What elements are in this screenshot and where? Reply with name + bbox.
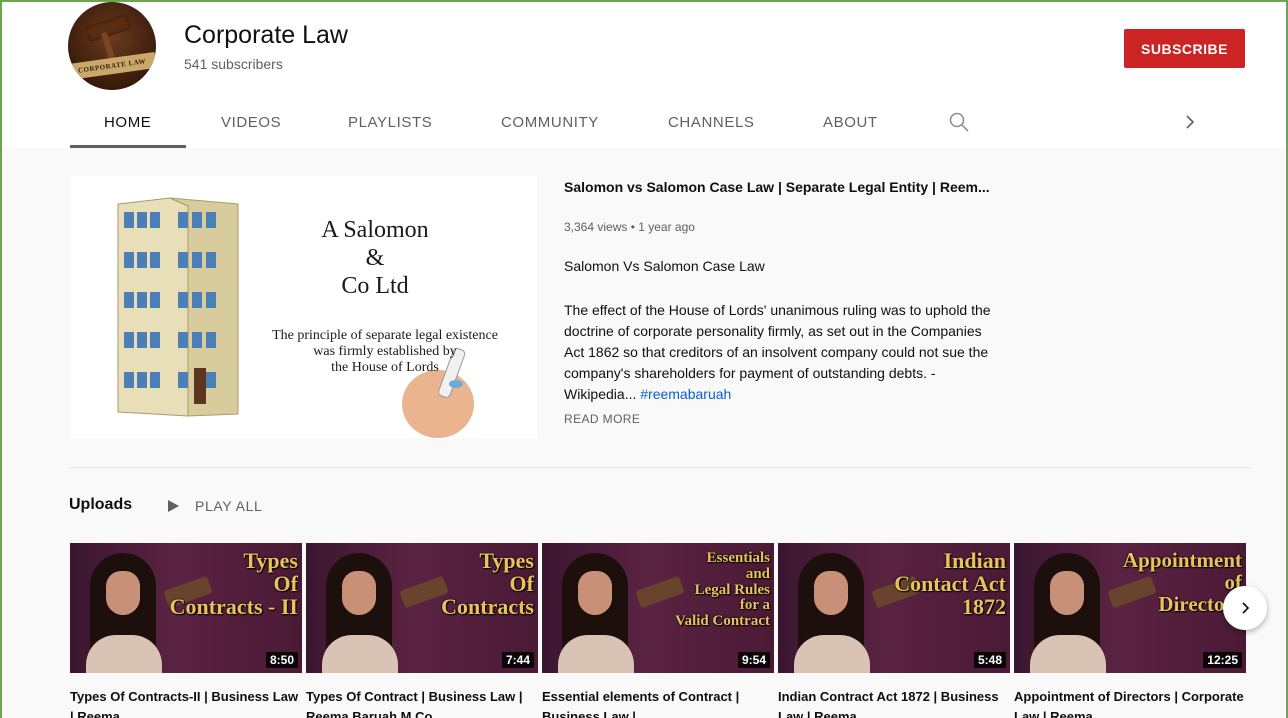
video-card[interactable]: Indian Contact Act 1872 5:48 Indian Cont… — [778, 543, 1010, 718]
tab-videos[interactable]: VIDEOS — [221, 114, 281, 131]
thumbnail-text: Essentials and Legal Rules for a Valid C… — [675, 550, 770, 629]
thumbnail-text: Appointment of Directors — [1122, 548, 1242, 617]
featured-video-meta: 3,364 views • 1 year ago — [564, 220, 695, 234]
video-duration: 9:54 — [737, 652, 770, 668]
video-card[interactable]: Essentials and Legal Rules for a Valid C… — [542, 543, 774, 718]
video-title[interactable]: Appointment of Directors | Corporate Law… — [1014, 687, 1246, 718]
search-icon[interactable] — [948, 111, 970, 133]
video-card[interactable]: Appointment of Directors 12:25 Appointme… — [1014, 543, 1246, 718]
section-divider — [70, 467, 1250, 468]
page-frame: CORPORATE LAW Corporate Law 541 subscrib… — [0, 0, 1288, 718]
video-title[interactable]: Indian Contract Act 1872 | Business Law … — [778, 687, 1010, 718]
chevron-right-icon — [1242, 602, 1250, 614]
subscriber-count: 541 subscribers — [184, 56, 283, 72]
tab-about[interactable]: ABOUT — [823, 114, 878, 131]
thumbnail-text: Indian Contact Act 1872 — [894, 548, 1006, 620]
channel-home-content: A Salomon & Co Ltd The principle of sepa… — [2, 148, 1286, 718]
subscribe-button[interactable]: SUBSCRIBE — [1124, 29, 1245, 68]
tab-home[interactable]: HOME — [104, 114, 151, 131]
video-duration: 5:48 — [973, 652, 1006, 668]
presenter-image — [84, 553, 162, 673]
thumbnail-text: Types Of Contracts - II — [169, 548, 298, 620]
channel-tabs: HOME VIDEOS PLAYLISTS COMMUNITY CHANNELS… — [2, 102, 1286, 148]
presenter-image — [320, 553, 398, 673]
featured-video-thumbnail[interactable]: A Salomon & Co Ltd The principle of sepa… — [70, 176, 537, 439]
thumb-heading-line3: Co Ltd — [341, 273, 409, 299]
video-thumbnail[interactable]: Essentials and Legal Rules for a Valid C… — [542, 543, 774, 673]
featured-video-title[interactable]: Salomon vs Salomon Case Law | Separate L… — [564, 179, 990, 195]
thumb-caption-line3: the House of Lords — [331, 360, 439, 375]
hashtag-link[interactable]: #reemabaruah — [640, 386, 731, 402]
thumbnail-text: Types Of Contracts — [441, 548, 534, 620]
uploads-title[interactable]: Uploads — [69, 496, 132, 514]
video-thumbnail[interactable]: Types Of Contracts - II 8:50 — [70, 543, 302, 673]
featured-video-description: The effect of the House of Lords' unanim… — [564, 300, 1004, 405]
tab-playlists[interactable]: PLAYLISTS — [348, 114, 432, 131]
video-duration: 12:25 — [1203, 652, 1242, 668]
video-card[interactable]: Types Of Contracts - II 8:50 Types Of Co… — [70, 543, 302, 718]
play-icon[interactable] — [166, 499, 180, 513]
read-more-button[interactable]: READ MORE — [564, 412, 640, 426]
video-title[interactable]: Types Of Contracts-II | Business Law | R… — [70, 687, 302, 718]
video-thumbnail[interactable]: Indian Contact Act 1872 5:48 — [778, 543, 1010, 673]
tab-community[interactable]: COMMUNITY — [501, 114, 599, 131]
video-thumbnail[interactable]: Types Of Contracts 7:44 — [306, 543, 538, 673]
channel-name: Corporate Law — [184, 21, 348, 49]
description-text: The effect of the House of Lords' unanim… — [564, 302, 991, 402]
channel-header: CORPORATE LAW Corporate Law 541 subscrib… — [2, 2, 1286, 148]
play-all-button[interactable]: PLAY ALL — [195, 498, 262, 514]
video-title[interactable]: Essential elements of Contract | Busines… — [542, 687, 774, 718]
thumb-heading-line2: & — [365, 245, 385, 271]
channel-avatar[interactable]: CORPORATE LAW — [68, 2, 156, 90]
video-duration: 8:50 — [265, 652, 298, 668]
thumb-caption-line1: The principle of separate legal existenc… — [272, 328, 498, 343]
video-thumbnail[interactable]: Appointment of Directors 12:25 — [1014, 543, 1246, 673]
thumb-caption-line2: was firmly established by — [313, 344, 457, 359]
video-title[interactable]: Types Of Contract | Business Law | Reema… — [306, 687, 538, 718]
featured-video-subtitle: Salomon Vs Salomon Case Law — [564, 258, 765, 274]
tab-channels[interactable]: CHANNELS — [668, 114, 755, 131]
carousel-next-button[interactable] — [1223, 586, 1267, 630]
video-card[interactable]: Types Of Contracts 7:44 Types Of Contrac… — [306, 543, 538, 718]
presenter-image — [556, 553, 634, 673]
thumb-heading-line1: A Salomon — [321, 217, 429, 243]
chevron-right-icon[interactable] — [1180, 112, 1200, 132]
video-duration: 7:44 — [501, 652, 534, 668]
